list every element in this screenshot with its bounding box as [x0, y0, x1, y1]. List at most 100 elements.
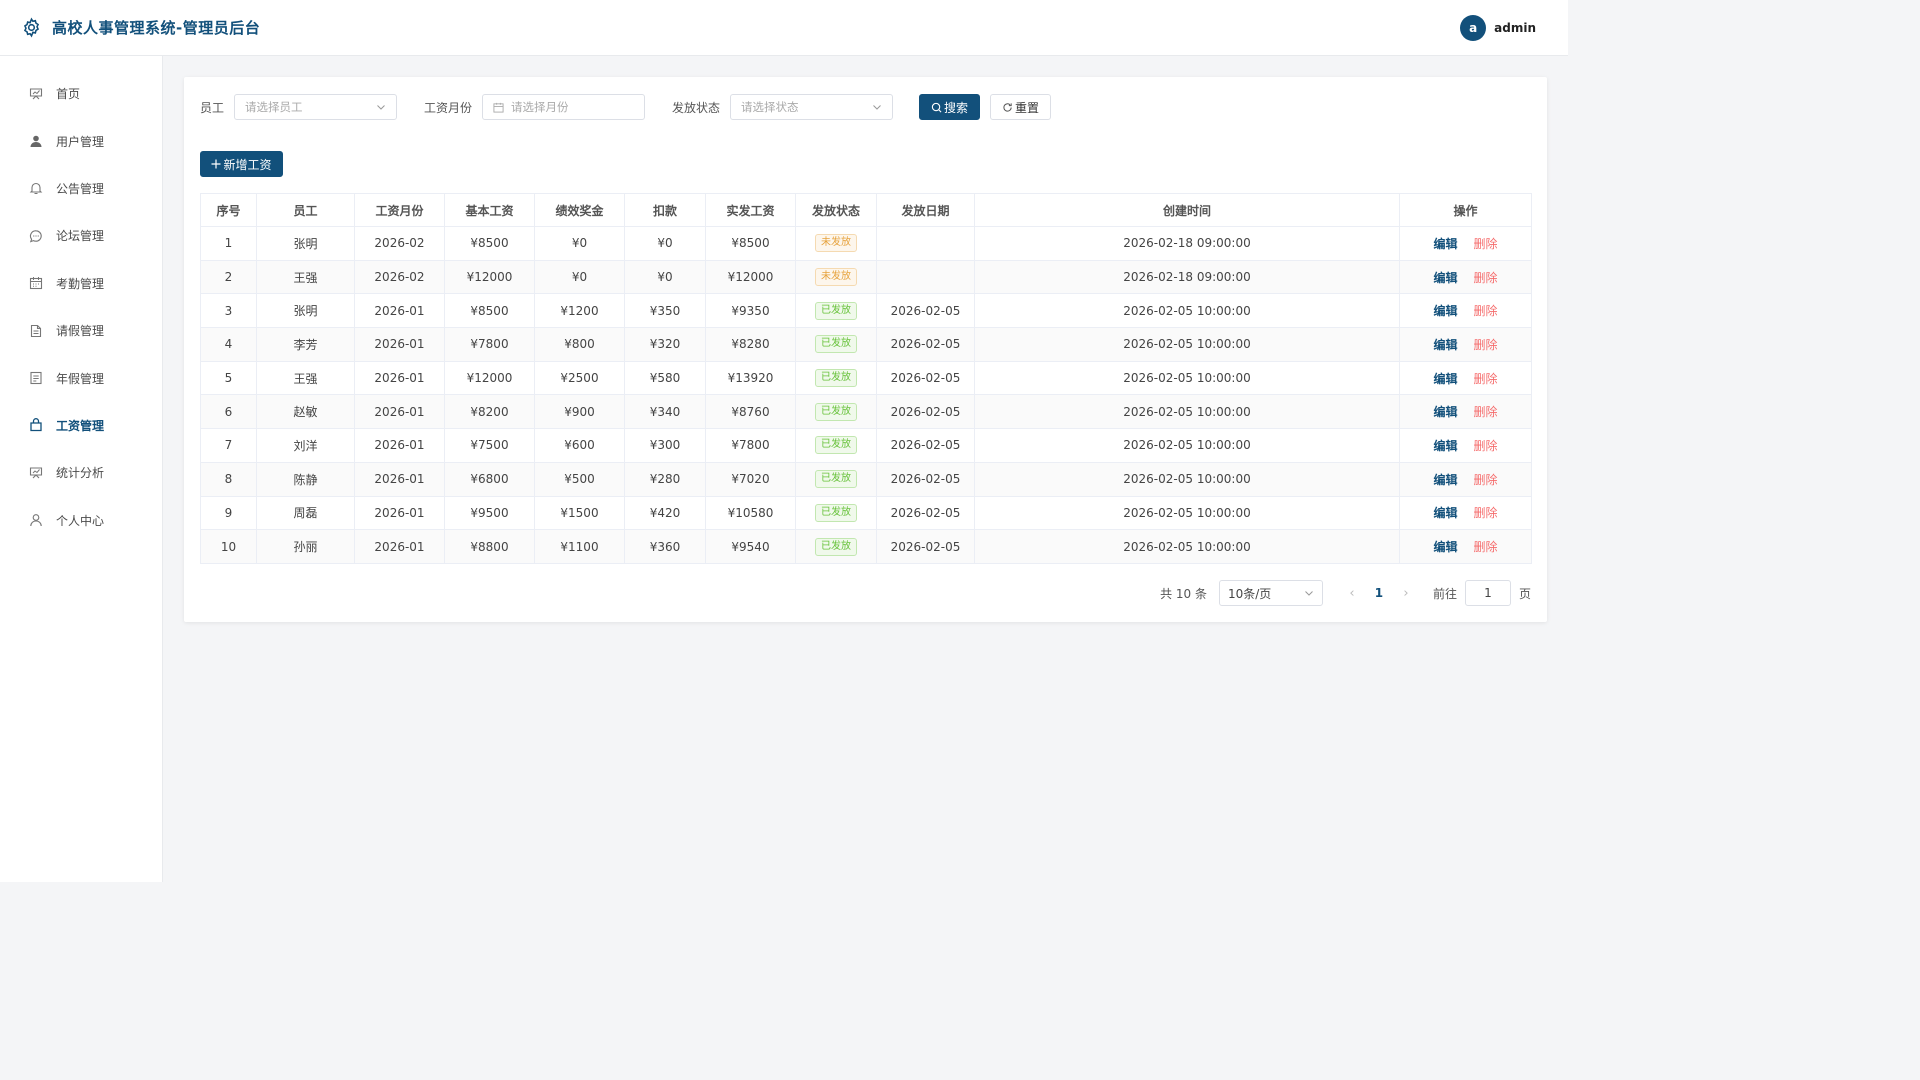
edit-button[interactable]: 编辑: [1433, 439, 1457, 453]
column-header: 创建时间: [974, 193, 1400, 227]
status-cell: 未发放: [795, 259, 877, 295]
deduction-cell: ¥280: [624, 461, 706, 497]
net-salary-cell: ¥8760: [705, 394, 796, 430]
bonus-cell: ¥2500: [534, 360, 625, 396]
sidebar-item-attendance[interactable]: 考勤管理: [0, 260, 162, 307]
row-index: 4: [200, 327, 257, 362]
base-salary-cell: ¥8500: [444, 293, 535, 329]
add-salary-button[interactable]: 新增工资: [200, 151, 283, 177]
delete-button[interactable]: 删除: [1474, 506, 1498, 520]
delete-button[interactable]: 删除: [1474, 372, 1498, 386]
sidebar-item-statistics[interactable]: 统计分析: [0, 449, 162, 496]
delete-button[interactable]: 删除: [1474, 304, 1498, 318]
edit-button[interactable]: 编辑: [1433, 271, 1457, 285]
list-icon: [28, 371, 43, 386]
status-cell: 未发放: [795, 226, 877, 261]
user-menu[interactable]: a admin: [1460, 14, 1548, 41]
avatar[interactable]: a: [1460, 14, 1487, 41]
created-time-cell: 2026-02-05 10:00:00: [974, 495, 1400, 531]
prev-page-icon[interactable]: ‹: [1339, 586, 1365, 601]
edit-button[interactable]: 编辑: [1433, 372, 1457, 386]
search-button-label: 搜索: [944, 100, 969, 115]
net-salary-cell: ¥9350: [705, 293, 796, 329]
pay-date-cell: 2026-02-05: [876, 394, 975, 430]
deduction-cell: ¥360: [624, 529, 706, 564]
status-badge: 未发放: [815, 234, 857, 253]
goto-label: 前往: [1432, 586, 1457, 601]
status-cell: 已发放: [795, 529, 877, 564]
bonus-cell: ¥500: [534, 461, 625, 497]
edit-button[interactable]: 编辑: [1433, 473, 1457, 487]
reset-button[interactable]: 重置: [990, 94, 1052, 120]
edit-button[interactable]: 编辑: [1433, 405, 1457, 419]
chart-icon: [28, 86, 43, 101]
username[interactable]: admin: [1494, 21, 1536, 35]
delete-button[interactable]: 删除: [1474, 405, 1498, 419]
sidebar-item-leave[interactable]: 请假管理: [0, 307, 162, 354]
gear-icon: [20, 17, 42, 39]
edit-button[interactable]: 编辑: [1433, 237, 1457, 251]
chevron-down-icon: [873, 105, 881, 110]
sidebar-item-label: 首页: [56, 87, 81, 102]
base-salary-cell: ¥12000: [444, 259, 535, 295]
edit-button[interactable]: 编辑: [1433, 540, 1457, 554]
sidebar-item-announcements[interactable]: 公告管理: [0, 165, 162, 212]
status-select[interactable]: 请选择状态: [730, 94, 894, 120]
base-salary-cell: ¥9500: [444, 495, 535, 531]
status-badge: 已发放: [815, 470, 857, 489]
wallet-icon: [28, 418, 43, 433]
bonus-cell: ¥0: [534, 226, 625, 261]
delete-button[interactable]: 删除: [1474, 237, 1498, 251]
pay-date-cell: 2026-02-05: [876, 495, 975, 531]
next-page-icon[interactable]: ›: [1393, 586, 1419, 601]
employee-select[interactable]: 请选择员工: [234, 94, 398, 120]
status-badge: 已发放: [815, 436, 857, 455]
employee-cell: 刘洋: [256, 428, 355, 463]
sidebar-item-label: 考勤管理: [56, 276, 105, 291]
edit-button[interactable]: 编辑: [1433, 304, 1457, 318]
month-cell: 2026-01: [354, 495, 445, 531]
table-row: 10 孙丽 2026-01 ¥8800 ¥1100 ¥360 ¥9540 已发放 2026-02…: [200, 529, 1532, 564]
bonus-cell: ¥0: [534, 259, 625, 295]
delete-button[interactable]: 删除: [1474, 271, 1498, 285]
sidebar-item-label: 用户管理: [56, 134, 105, 149]
sidebar-item-home[interactable]: 首页: [0, 70, 162, 117]
month-picker[interactable]: 请选择月份: [482, 94, 646, 120]
sidebar-item-users[interactable]: 用户管理: [0, 117, 162, 164]
employee-cell: 张明: [256, 226, 355, 261]
delete-button[interactable]: 删除: [1474, 439, 1498, 453]
search-button[interactable]: 搜索: [919, 94, 981, 120]
chevron-down-icon: [377, 105, 385, 110]
month-filter-label: 工资月份: [424, 100, 473, 115]
page-number-current[interactable]: 1: [1365, 586, 1393, 600]
page-suffix-label: 页: [1518, 586, 1531, 601]
actions-cell: 编辑 删除: [1399, 327, 1532, 362]
delete-button[interactable]: 删除: [1474, 338, 1498, 352]
row-index: 7: [200, 428, 257, 463]
status-cell: 已发放: [795, 495, 877, 531]
refresh-icon: [1003, 102, 1012, 112]
document-icon: [28, 323, 43, 338]
sidebar-item-forum[interactable]: 论坛管理: [0, 212, 162, 259]
sidebar-item-label: 统计分析: [56, 466, 105, 481]
edit-button[interactable]: 编辑: [1433, 506, 1457, 520]
edit-button[interactable]: 编辑: [1433, 338, 1457, 352]
employee-cell: 张明: [256, 293, 355, 329]
sidebar-item-salary[interactable]: 工资管理: [0, 402, 162, 449]
page-size-value: 10条/页: [1227, 586, 1272, 601]
delete-button[interactable]: 删除: [1474, 540, 1498, 554]
month-picker-placeholder: 请选择月份: [511, 100, 569, 114]
goto-page-input[interactable]: 1: [1464, 580, 1511, 606]
delete-button[interactable]: 删除: [1474, 473, 1498, 487]
created-time-cell: 2026-02-05 10:00:00: [974, 394, 1400, 430]
status-filter-label: 发放状态: [672, 100, 721, 115]
sidebar-item-profile[interactable]: 个人中心: [0, 497, 162, 544]
deduction-cell: ¥320: [624, 327, 706, 362]
sidebar-item-annual-leave[interactable]: 年假管理: [0, 354, 162, 401]
page-size-select[interactable]: 10条/页: [1218, 580, 1323, 606]
employee-cell: 赵敏: [256, 394, 355, 430]
column-header: 序号: [200, 193, 257, 227]
net-salary-cell: ¥8500: [705, 226, 796, 261]
row-index: 9: [200, 495, 257, 531]
status-cell: 已发放: [795, 327, 877, 362]
